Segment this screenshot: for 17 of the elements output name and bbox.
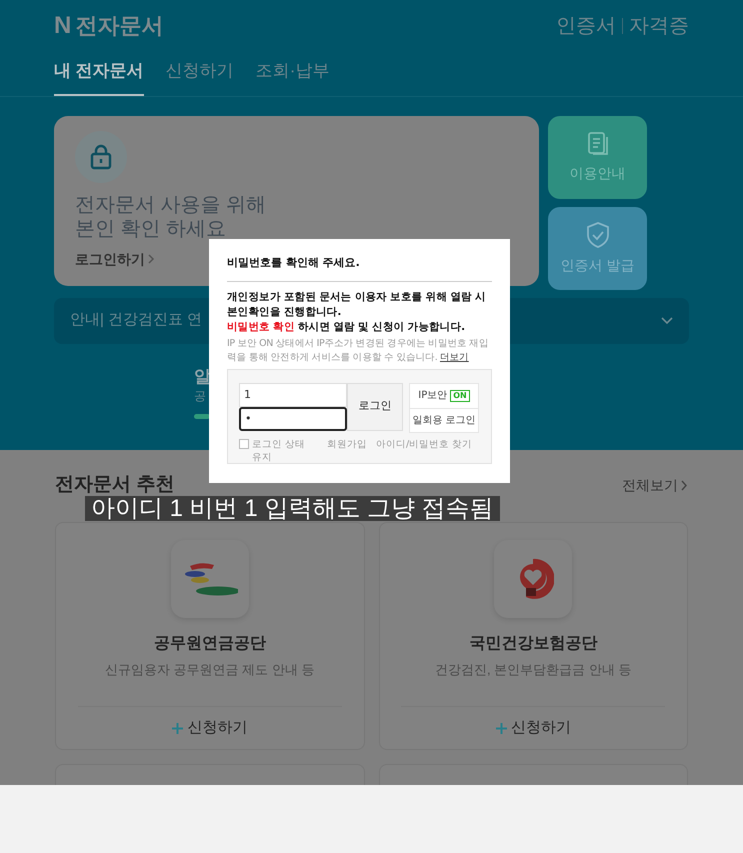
section-title: 알 (194, 366, 211, 388)
logo-text: 전자문서 (75, 15, 164, 37)
section-subtitle: 공 (194, 388, 206, 404)
dialog-notice: 개인정보가 포함된 문서는 이용자 보호를 위해 열람 시 본인확인을 진행합니다. 비밀번호 확인 하시면 열람 및 신청이 가능합니다. (227, 290, 487, 334)
dialog-title: 비밀번호를 확인해 주세요. (227, 255, 492, 282)
headline-text: 본인 확인 하세요 (75, 216, 228, 240)
headline-text: 전자문서 사용을 위해 (75, 192, 268, 216)
on-badge: ON (450, 390, 470, 402)
notice-text: 안내| 건강검진표 연 (70, 310, 202, 330)
logo-mark: N (54, 14, 72, 38)
service-description: 신규임용자 공무원연금 제도 안내 등 (105, 661, 314, 679)
service-name: 공무원연금공단 (154, 634, 266, 654)
service-description: 건강검진, 본인부담환급금 안내 등 (435, 661, 632, 679)
dialog-note: IP 보안 ON 상태에서 IP주소가 변경된 경우에는 비밀번호 재입력을 통해 안전하게 서비스를 이용할 수 있습니다. 더보기 (227, 336, 490, 364)
service-name: 국민건강보험공단 (469, 634, 598, 654)
caption: 아이디 1 비번 1 입력해도 그냥 접속됨 (85, 496, 500, 521)
section-heading: 전자문서 추천 (55, 472, 174, 497)
